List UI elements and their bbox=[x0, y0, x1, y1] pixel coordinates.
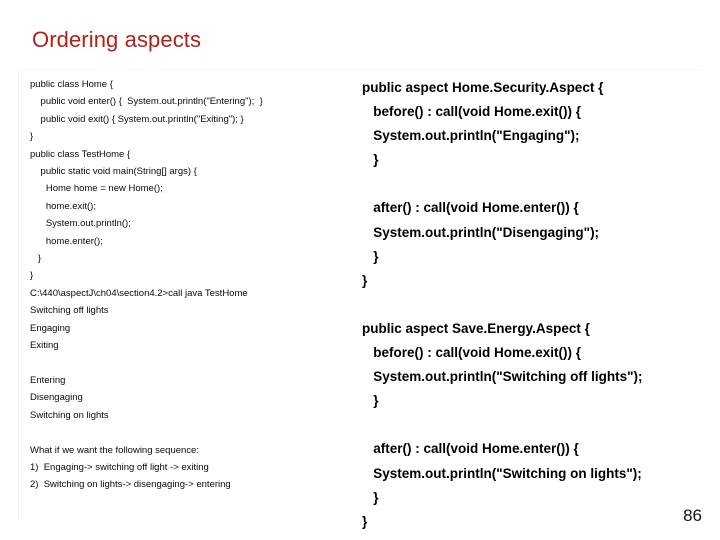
left-column-line: } bbox=[30, 131, 34, 143]
left-code-column: public class Home { public void enter() … bbox=[30, 76, 360, 494]
right-column-line: } bbox=[362, 489, 379, 505]
left-column-line: 1) Engaging-> switching off light -> exi… bbox=[30, 461, 209, 473]
right-column-line: } bbox=[362, 152, 379, 168]
right-column-line: System.out.println("Switching off lights… bbox=[362, 369, 643, 385]
right-column-line: before() : call(void Home.exit()) { bbox=[362, 345, 582, 361]
page-title: Ordering aspects bbox=[32, 27, 202, 52]
left-column-line: Switching off lights bbox=[30, 305, 109, 317]
left-column-line: Exiting bbox=[30, 340, 59, 352]
left-column-line: } bbox=[30, 270, 34, 282]
left-column-line: 2) Switching on lights-> disengaging-> e… bbox=[30, 479, 231, 491]
left-column-line: public void enter() { System.out.println… bbox=[30, 96, 263, 108]
slide: Ordering aspects public class Home { pub… bbox=[0, 0, 720, 540]
left-column-line: public class Home { bbox=[30, 79, 113, 90]
right-column-line: System.out.println("Switching on lights"… bbox=[362, 465, 642, 481]
right-column-line: System.out.println("Disengaging"); bbox=[362, 224, 600, 240]
left-column-line: home.enter(); bbox=[30, 235, 103, 247]
left-column-line: Entering bbox=[30, 374, 66, 386]
left-column-line: Disengaging bbox=[30, 392, 83, 404]
right-column-line bbox=[362, 293, 710, 317]
left-column-line: Home home = new Home(); bbox=[30, 183, 163, 195]
left-column-line: public void exit() { System.out.println(… bbox=[30, 113, 244, 125]
left-column-line bbox=[30, 424, 360, 441]
right-column-line: after() : call(void Home.enter()) { bbox=[362, 441, 579, 457]
left-column-line: home.exit(); bbox=[30, 200, 96, 212]
left-column-line: What if we want the following sequence: bbox=[30, 444, 199, 456]
right-code-column: public aspect Home.Security.Aspect { bef… bbox=[362, 76, 710, 534]
right-column-line bbox=[362, 413, 710, 437]
left-column-line: Engaging bbox=[30, 322, 71, 334]
left-column-line: C:\440\aspectJ\ch04\section4.2>call java… bbox=[30, 287, 248, 299]
right-column-line: public aspect Save.Energy.Aspect { bbox=[362, 320, 590, 336]
right-column-line: public aspect Home.Security.Aspect { bbox=[362, 80, 604, 95]
right-column-line: } bbox=[362, 393, 379, 409]
left-column-line: System.out.println(); bbox=[30, 218, 131, 230]
right-column-line: before() : call(void Home.exit()) { bbox=[362, 104, 582, 120]
left-column-line: Switching on lights bbox=[30, 409, 109, 421]
page-number: 86 bbox=[683, 506, 702, 525]
right-column-line: } bbox=[362, 248, 379, 264]
right-column-line: System.out.println("Engaging"); bbox=[362, 128, 580, 144]
left-column-line: public static void main(String[] args) { bbox=[30, 166, 197, 178]
left-column-line bbox=[30, 355, 360, 372]
left-column-line: } bbox=[30, 253, 42, 265]
right-column-line: after() : call(void Home.enter()) { bbox=[362, 200, 579, 216]
right-column-line bbox=[362, 172, 710, 196]
right-column-line: } bbox=[362, 272, 368, 288]
left-column-line: public class TestHome { bbox=[30, 148, 131, 160]
right-column-line: } bbox=[362, 513, 368, 529]
